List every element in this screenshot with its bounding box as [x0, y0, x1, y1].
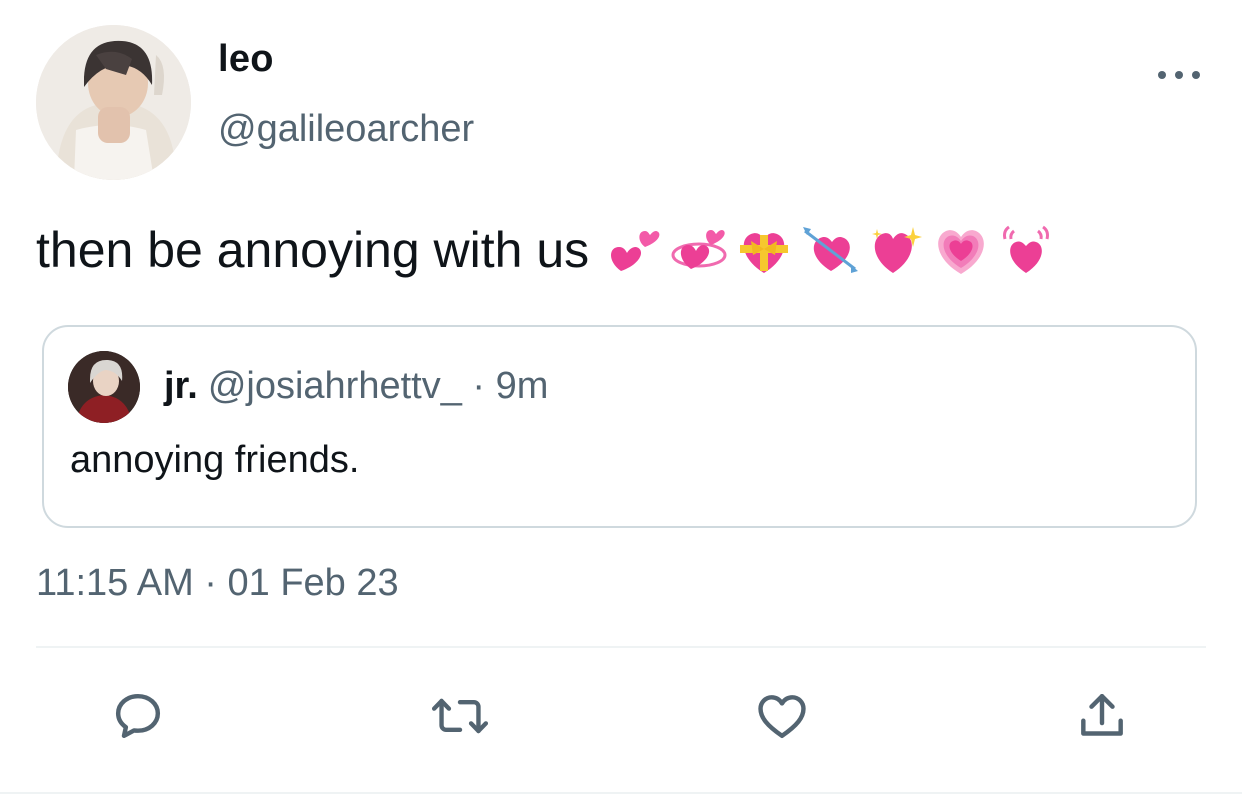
retweet-button[interactable]	[430, 686, 490, 746]
like-button[interactable]	[752, 686, 812, 746]
tweet-text: then be annoying with us	[36, 220, 1053, 280]
quoted-text: annoying friends.	[70, 439, 360, 481]
beating-heart-icon	[1003, 225, 1050, 273]
author-handle[interactable]: @galileoarcher	[218, 108, 474, 151]
share-button[interactable]	[1072, 686, 1132, 746]
growing-heart-icon	[938, 230, 985, 274]
reply-button[interactable]	[108, 686, 168, 746]
revolving-hearts-icon	[671, 230, 727, 269]
quoted-display-name[interactable]: jr.	[164, 365, 198, 407]
retweet-icon	[431, 698, 489, 734]
dot	[1158, 71, 1166, 79]
like-icon	[758, 695, 806, 739]
sparkling-heart-icon	[872, 227, 923, 273]
emoji-row	[607, 225, 1053, 275]
quoted-tweet[interactable]: jr. @josiahrhettv_ · 9m annoying friends.	[42, 325, 1197, 528]
quoted-handle-time: @josiahrhettv_ · 9m	[207, 365, 549, 407]
author-display-name[interactable]: leo	[218, 38, 274, 81]
profile-photo	[36, 25, 191, 180]
tweet-timestamp[interactable]: 11:15 AM · 01 Feb 23	[36, 562, 399, 605]
profile-photo	[68, 351, 140, 423]
more-options-icon[interactable]	[1158, 60, 1200, 90]
divider	[36, 646, 1206, 648]
heart-with-arrow-icon	[803, 227, 859, 273]
dot	[1175, 71, 1183, 79]
quoted-header: jr. @josiahrhettv_ · 9m	[164, 365, 548, 408]
reply-icon	[115, 693, 161, 739]
author-avatar[interactable]	[36, 25, 191, 180]
dot	[1192, 71, 1200, 79]
share-icon	[1081, 693, 1123, 736]
quoted-author-avatar[interactable]	[68, 351, 140, 423]
bottom-divider	[0, 792, 1242, 794]
two-hearts-icon	[611, 231, 660, 271]
tweet-text-content: then be annoying with us	[36, 222, 590, 278]
heart-with-ribbon-icon	[740, 233, 789, 273]
